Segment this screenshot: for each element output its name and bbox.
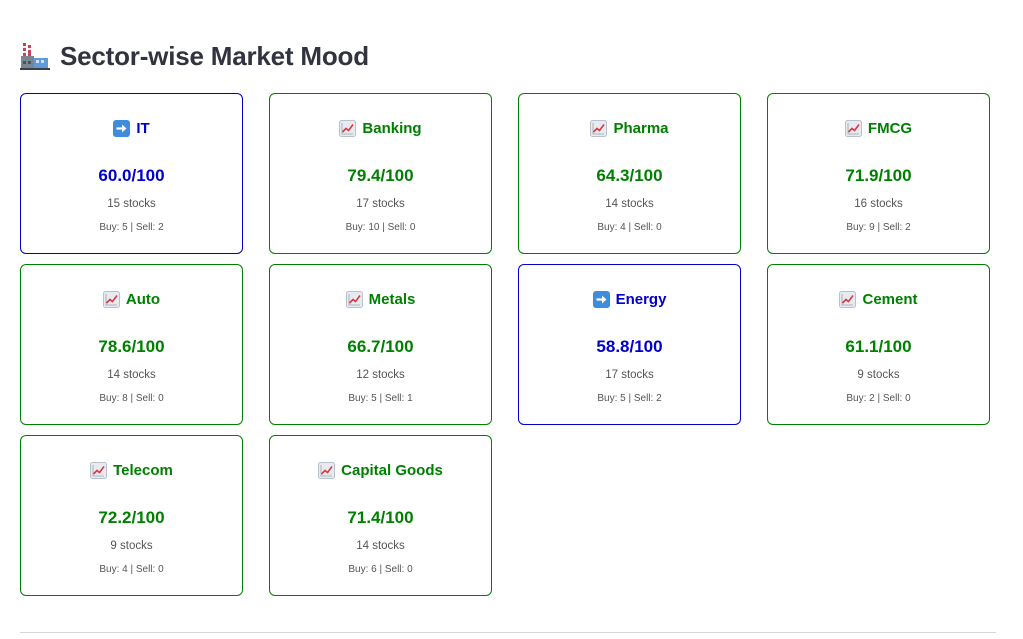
chart-increasing-icon: [102, 290, 120, 308]
sector-card-energy: Energy 58.8/100 17 stocks Buy: 5 | Sell: 2: [518, 264, 741, 425]
sector-card-it: IT 60.0/100 15 stocks Buy: 5 | Sell: 2: [20, 93, 243, 254]
stock-count: 17 stocks: [356, 198, 405, 210]
buy-sell-summary: Buy: 4 | Sell: 0: [597, 222, 662, 233]
sector-score: 64.3/100: [596, 166, 663, 185]
buy-sell-summary: Buy: 6 | Sell: 0: [348, 564, 413, 575]
buy-sell-summary: Buy: 2 | Sell: 0: [846, 393, 911, 404]
stock-count: 14 stocks: [107, 369, 156, 381]
sector-card-header: Energy: [592, 289, 667, 309]
sector-card-header: FMCG: [844, 118, 913, 138]
sector-card-metals: Metals 66.7/100 12 stocks Buy: 5 | Sell: 1: [269, 264, 492, 425]
stock-count: 14 stocks: [356, 540, 405, 552]
chart-increasing-icon: [839, 290, 857, 308]
sector-name: Banking: [362, 119, 422, 137]
stock-count: 12 stocks: [356, 369, 405, 381]
chart-increasing-icon: [318, 461, 336, 479]
factory-icon: [20, 41, 50, 71]
sector-name: Energy: [615, 290, 667, 308]
sector-card-header: Cement: [839, 289, 918, 309]
sector-score: 71.9/100: [845, 166, 912, 185]
buy-sell-summary: Buy: 4 | Sell: 0: [99, 564, 164, 575]
stock-count: 14 stocks: [605, 198, 654, 210]
chart-increasing-icon: [90, 461, 108, 479]
sector-card-telecom: Telecom 72.2/100 9 stocks Buy: 4 | Sell: 0: [20, 435, 243, 596]
chart-increasing-icon: [345, 290, 363, 308]
right-arrow-icon: [592, 290, 610, 308]
sector-name: FMCG: [867, 119, 913, 137]
chart-increasing-icon: [590, 119, 608, 137]
sector-name: Cement: [862, 290, 918, 308]
sector-score: 72.2/100: [98, 508, 165, 527]
sector-card-header: Auto: [102, 289, 161, 309]
sector-card-header: IT: [113, 118, 150, 138]
stock-count: 9 stocks: [857, 369, 900, 381]
stock-count: 17 stocks: [605, 369, 654, 381]
sector-score: 61.1/100: [845, 337, 912, 356]
sector-score: 60.0/100: [98, 166, 165, 185]
buy-sell-summary: Buy: 5 | Sell: 2: [99, 222, 164, 233]
sector-score: 58.8/100: [596, 337, 663, 356]
buy-sell-summary: Buy: 5 | Sell: 1: [348, 393, 413, 404]
sector-name: IT: [136, 119, 150, 137]
sector-card-header: Pharma: [590, 118, 669, 138]
buy-sell-summary: Buy: 8 | Sell: 0: [99, 393, 164, 404]
sector-name: Capital Goods: [341, 461, 443, 479]
stock-count: 16 stocks: [854, 198, 903, 210]
section-header: Sector-wise Market Mood: [20, 38, 369, 74]
sector-card-capital-goods: Capital Goods 71.4/100 14 stocks Buy: 6 | S…: [269, 435, 492, 596]
divider: [20, 632, 996, 633]
page-title: Sector-wise Market Mood: [60, 40, 369, 71]
stock-count: 15 stocks: [107, 198, 156, 210]
sector-card-header: Telecom: [90, 460, 173, 480]
sector-score: 71.4/100: [347, 508, 414, 527]
buy-sell-summary: Buy: 9 | Sell: 2: [846, 222, 911, 233]
sector-grid: IT 60.0/100 15 stocks Buy: 5 | Sell: 2 Banki…: [20, 93, 990, 596]
sector-card-fmcg: FMCG 71.9/100 16 stocks Buy: 9 | Sell: 2: [767, 93, 990, 254]
sector-name: Auto: [125, 290, 161, 308]
stock-count: 9 stocks: [110, 540, 153, 552]
chart-increasing-icon: [844, 119, 862, 137]
sector-card-auto: Auto 78.6/100 14 stocks Buy: 8 | Sell: 0: [20, 264, 243, 425]
sector-card-header: Banking: [339, 118, 422, 138]
page: Sector-wise Market Mood IT 60.0/100 15 sto…: [0, 0, 1023, 639]
sector-card-banking: Banking 79.4/100 17 stocks Buy: 10 | Sell: …: [269, 93, 492, 254]
chart-increasing-icon: [339, 119, 357, 137]
sector-score: 78.6/100: [98, 337, 165, 356]
sector-score: 79.4/100: [347, 166, 414, 185]
sector-score: 66.7/100: [347, 337, 414, 356]
sector-card-header: Metals: [345, 289, 416, 309]
buy-sell-summary: Buy: 10 | Sell: 0: [345, 222, 416, 233]
sector-card-cement: Cement 61.1/100 9 stocks Buy: 2 | Sell: 0: [767, 264, 990, 425]
sector-name: Pharma: [613, 119, 669, 137]
right-arrow-icon: [113, 119, 131, 137]
buy-sell-summary: Buy: 5 | Sell: 2: [597, 393, 662, 404]
sector-name: Metals: [368, 290, 416, 308]
sector-card-pharma: Pharma 64.3/100 14 stocks Buy: 4 | Sell: 0: [518, 93, 741, 254]
sector-name: Telecom: [113, 461, 173, 479]
sector-card-header: Capital Goods: [318, 460, 443, 480]
